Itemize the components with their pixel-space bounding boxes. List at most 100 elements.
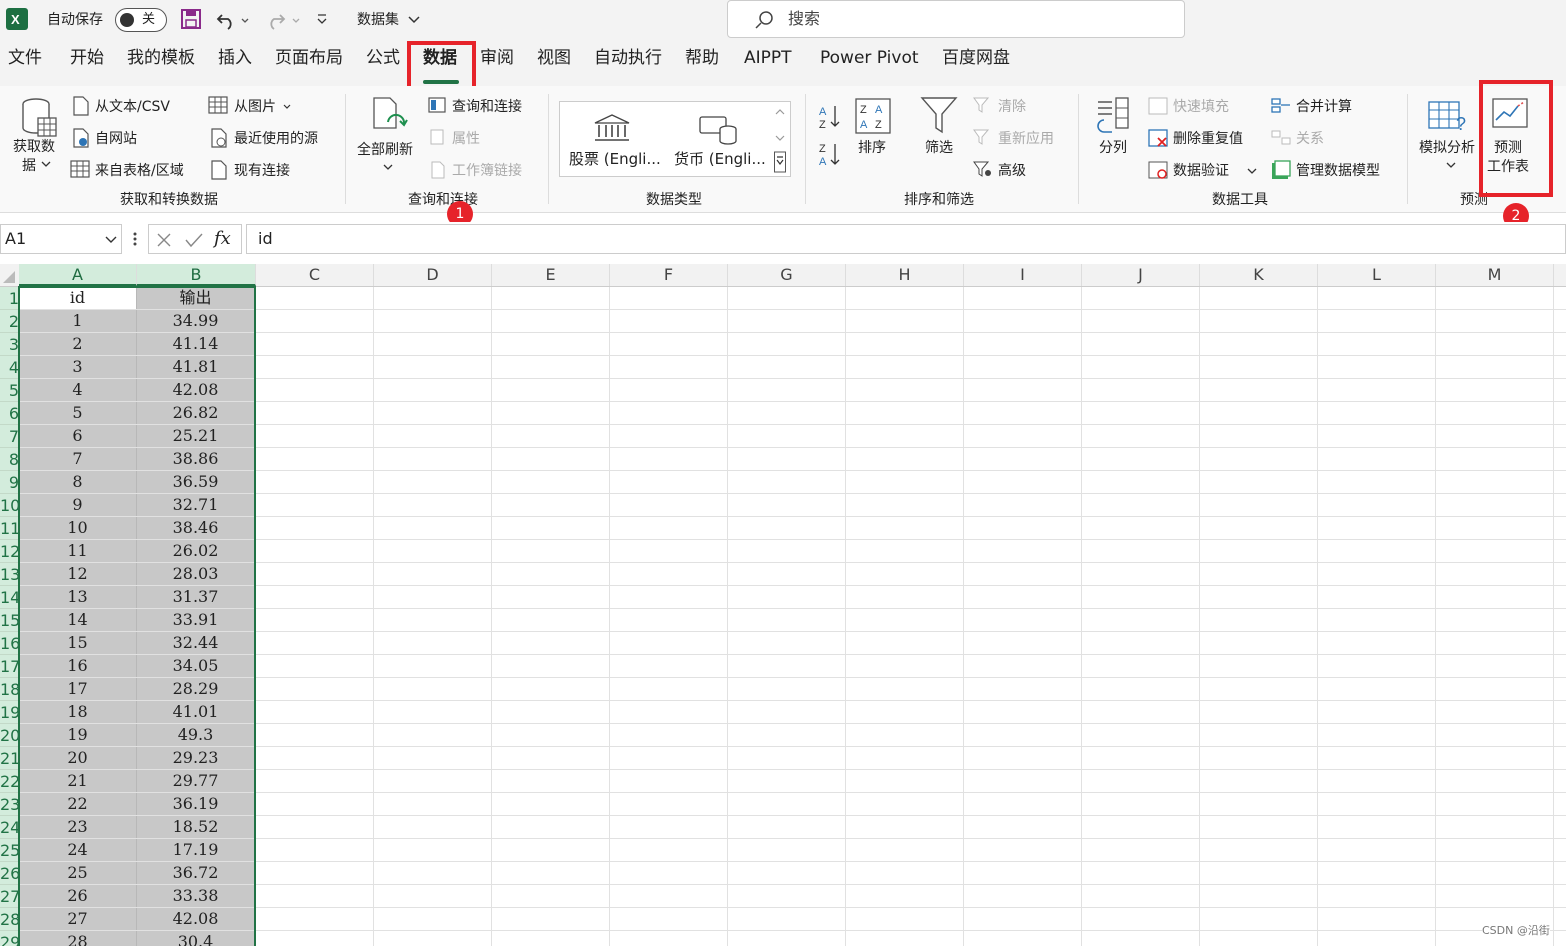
remove-duplicates-button[interactable]: 删除重复值 [1173,130,1243,148]
column-header-d[interactable]: D [374,264,492,286]
cell-b[interactable]: 41.14 [137,333,255,355]
cell-a[interactable]: 19 [19,724,137,746]
tab-file[interactable]: 文件 [8,29,42,87]
cell-grid[interactable]: 1 id 输出 2 1 34.99 3 2 41.14 4 3 41.81 5 4 42.08 6 5 26.82… [0,287,1566,946]
tab-baidu-netdisk[interactable]: 百度网盘 [942,29,1010,87]
cell-b[interactable]: 36.72 [137,862,255,884]
column-header-a[interactable]: A [19,264,137,286]
text-to-columns-button[interactable]: 分列 [1099,139,1127,157]
from-web-button[interactable]: 自网站 [95,130,137,148]
row-header[interactable]: 14 [0,586,19,609]
cell-a[interactable]: 8 [19,471,137,493]
cell-a[interactable]: 5 [19,402,137,424]
name-box[interactable]: A1 [0,224,122,254]
row-header[interactable]: 15 [0,609,19,632]
cell-b[interactable]: 26.82 [137,402,255,424]
column-header-m[interactable]: M [1436,264,1554,286]
cell-b[interactable]: 29.77 [137,770,255,792]
tab-view[interactable]: 视图 [537,29,571,87]
row-header[interactable]: 4 [0,356,19,379]
formula-input[interactable]: id [246,224,1566,254]
cell-b[interactable]: 33.91 [137,609,255,631]
column-header-e[interactable]: E [492,264,610,286]
from-text-csv-button[interactable]: 从文本/CSV [95,98,170,116]
cell-b[interactable]: 36.19 [137,793,255,815]
row-header[interactable]: 10 [0,494,19,517]
row-header[interactable]: 8 [0,448,19,471]
tab-aippt[interactable]: AIPPT [744,29,792,87]
column-header-k[interactable]: K [1200,264,1318,286]
cell-a[interactable]: 23 [19,816,137,838]
cell-b[interactable]: 26.02 [137,540,255,562]
cell-a[interactable]: 28 [19,931,137,946]
cell-a[interactable]: 22 [19,793,137,815]
row-header[interactable]: 18 [0,678,19,701]
data-validation-button[interactable]: 数据验证 [1173,162,1229,180]
queries-connections-button[interactable]: 查询和连接 [452,98,522,116]
cell-a[interactable]: 27 [19,908,137,930]
cell-a[interactable]: 11 [19,540,137,562]
row-header[interactable]: 27 [0,885,19,908]
row-header[interactable]: 24 [0,816,19,839]
currency-button[interactable]: 货币 (Engli... [674,150,766,168]
row-header[interactable]: 19 [0,701,19,724]
cell-b[interactable]: 17.19 [137,839,255,861]
undo-icon[interactable] [216,9,250,31]
cell-b[interactable]: 38.86 [137,448,255,470]
recent-sources-button[interactable]: 最近使用的源 [234,130,318,148]
cell-a[interactable]: 1 [19,310,137,332]
column-header-i[interactable]: I [964,264,1082,286]
cell-b[interactable]: 28.29 [137,678,255,700]
column-header-f[interactable]: F [610,264,728,286]
row-header[interactable]: 9 [0,471,19,494]
tab-automate[interactable]: 自动执行 [594,29,662,87]
tab-home[interactable]: 开始 [70,29,104,87]
from-table-button[interactable]: 来自表格/区域 [95,162,184,180]
chevron-down-icon[interactable] [1247,168,1257,176]
cell-b[interactable]: 30.4 [137,931,255,946]
insert-function-icon[interactable]: fx [214,225,231,253]
cell-b[interactable]: 32.71 [137,494,255,516]
cell-b[interactable]: 34.99 [137,310,255,332]
row-header[interactable]: 6 [0,402,19,425]
cell-b[interactable]: 34.05 [137,655,255,677]
cell-b[interactable]: 49.3 [137,724,255,746]
select-all-icon[interactable] [2,270,16,284]
get-data-button-2[interactable]: 据 [22,157,36,175]
cell-a[interactable]: 17 [19,678,137,700]
refresh-all-button[interactable]: 全部刷新 [357,141,413,159]
row-header[interactable]: 28 [0,908,19,931]
cell-a[interactable]: 21 [19,770,137,792]
cell-b[interactable]: 41.81 [137,356,255,378]
cell-a[interactable]: 20 [19,747,137,769]
cell-b[interactable]: 31.37 [137,586,255,608]
tab-help[interactable]: 帮助 [685,29,719,87]
consolidate-button[interactable]: 合并计算 [1296,98,1352,116]
column-header-c[interactable]: C [256,264,374,286]
workbook-links-button[interactable]: 工作簿链接 [452,162,522,180]
chevron-down-icon[interactable] [408,15,420,25]
column-header-h[interactable]: H [846,264,964,286]
sort-az-icon[interactable]: A Z Z A [818,104,842,168]
cell-b[interactable]: 42.08 [137,379,255,401]
cell-a[interactable]: 25 [19,862,137,884]
advanced-button[interactable]: 高级 [998,162,1026,180]
cell-a[interactable]: 10 [19,517,137,539]
relationships-button[interactable]: 关系 [1296,130,1324,148]
row-header[interactable]: 22 [0,770,19,793]
cell-b[interactable]: 输出 [137,287,255,309]
column-header-l[interactable]: L [1318,264,1436,286]
row-header[interactable]: 20 [0,724,19,747]
cancel-icon[interactable] [156,232,172,248]
tab-review[interactable]: 审阅 [480,29,514,87]
tab-insert[interactable]: 插入 [218,29,252,87]
row-header[interactable]: 5 [0,379,19,402]
sort-button[interactable]: 排序 [858,139,886,157]
cell-a[interactable]: 15 [19,632,137,654]
reapply-button[interactable]: 重新应用 [998,130,1054,148]
row-header[interactable]: 29 [0,931,19,946]
cell-a[interactable]: 14 [19,609,137,631]
row-header[interactable]: 13 [0,563,19,586]
cell-b[interactable]: 25.21 [137,425,255,447]
cell-a[interactable]: 3 [19,356,137,378]
